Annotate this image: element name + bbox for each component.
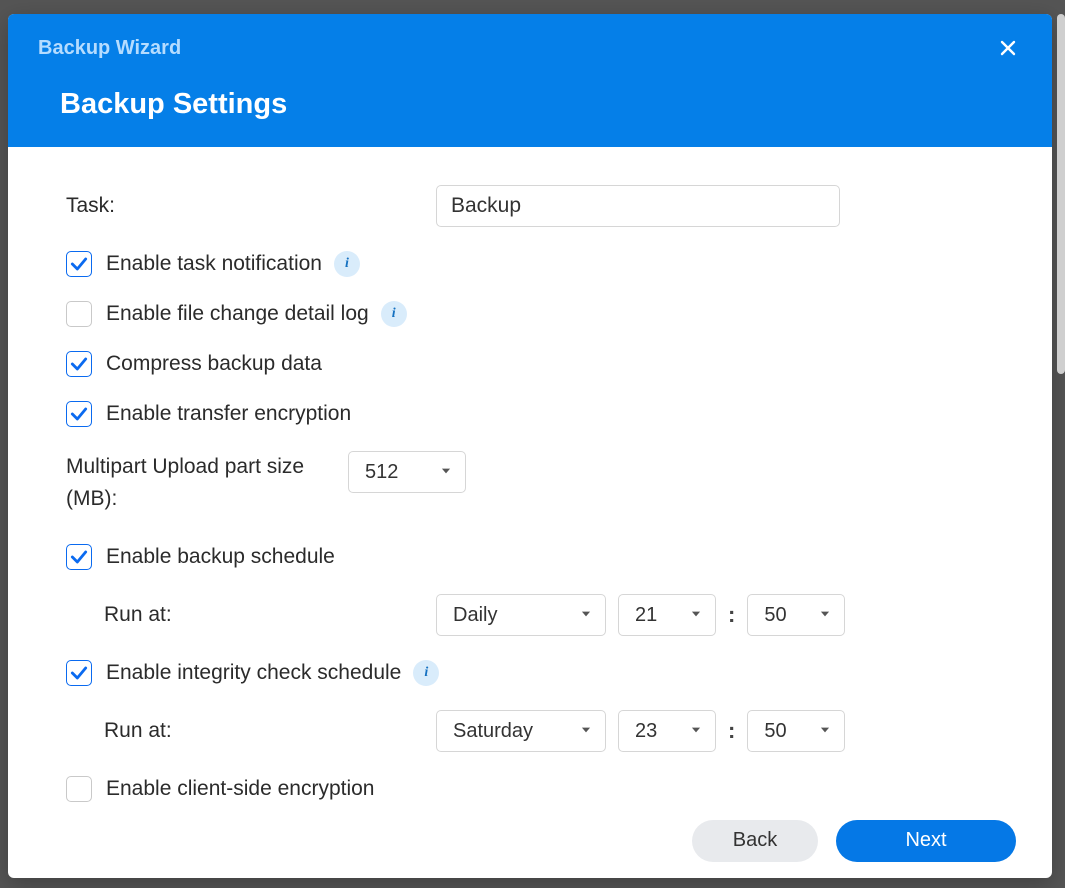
enable-integrity-schedule-checkbox[interactable] xyxy=(66,660,92,686)
backup-hour-select[interactable]: 21 xyxy=(618,594,716,636)
back-button[interactable]: Back xyxy=(692,820,818,862)
chevron-down-icon xyxy=(818,604,832,627)
enable-integrity-schedule-label: Enable integrity check schedule xyxy=(106,661,401,685)
chevron-down-icon xyxy=(689,604,703,627)
enable-file-change-log-checkbox[interactable] xyxy=(66,301,92,327)
integrity-hour-value: 23 xyxy=(635,720,657,743)
client-side-encryption-checkbox[interactable] xyxy=(66,776,92,802)
task-name-input[interactable] xyxy=(436,185,840,227)
transfer-encryption-label: Enable transfer encryption xyxy=(106,402,351,426)
enable-backup-schedule-label: Enable backup schedule xyxy=(106,545,335,569)
close-icon xyxy=(999,39,1017,57)
integrity-frequency-value: Saturday xyxy=(453,720,533,743)
next-button[interactable]: Next xyxy=(836,820,1016,862)
client-side-encryption-label: Enable client-side encryption xyxy=(106,777,375,801)
enable-notification-checkbox[interactable] xyxy=(66,251,92,277)
backup-run-at-label: Run at: xyxy=(104,603,436,627)
backup-wizard-dialog: Backup Wizard Backup Settings Task: Enab… xyxy=(8,14,1052,878)
wizard-title: Backup Wizard xyxy=(38,37,181,60)
dialog-header: Backup Wizard Backup Settings xyxy=(8,14,1052,147)
enable-backup-schedule-checkbox[interactable] xyxy=(66,544,92,570)
time-separator: : xyxy=(728,602,735,628)
dialog-body: Task: Enable task notification i Enable … xyxy=(8,147,1052,803)
multipart-size-select[interactable]: 512 xyxy=(348,451,466,493)
close-button[interactable] xyxy=(994,34,1022,62)
integrity-run-at-label: Run at: xyxy=(104,719,436,743)
integrity-hour-select[interactable]: 23 xyxy=(618,710,716,752)
compress-backup-checkbox[interactable] xyxy=(66,351,92,377)
dialog-footer: Back Next xyxy=(8,803,1052,878)
backup-minute-value: 50 xyxy=(764,604,786,627)
info-icon[interactable]: i xyxy=(381,301,407,327)
scrollbar[interactable] xyxy=(1057,14,1065,374)
enable-file-change-log-label: Enable file change detail log xyxy=(106,302,369,326)
chevron-down-icon xyxy=(689,720,703,743)
integrity-minute-select[interactable]: 50 xyxy=(747,710,845,752)
page-title: Backup Settings xyxy=(60,88,1022,121)
chevron-down-icon xyxy=(579,604,593,627)
time-separator: : xyxy=(728,718,735,744)
chevron-down-icon xyxy=(579,720,593,743)
backup-minute-select[interactable]: 50 xyxy=(747,594,845,636)
backup-frequency-select[interactable]: Daily xyxy=(436,594,606,636)
multipart-size-value: 512 xyxy=(365,461,398,484)
integrity-minute-value: 50 xyxy=(764,720,786,743)
task-label: Task: xyxy=(66,194,436,218)
info-icon[interactable]: i xyxy=(413,660,439,686)
backup-frequency-value: Daily xyxy=(453,604,497,627)
enable-notification-label: Enable task notification xyxy=(106,252,322,276)
multipart-size-label: Multipart Upload part size (MB): xyxy=(66,451,348,514)
chevron-down-icon xyxy=(818,720,832,743)
compress-backup-label: Compress backup data xyxy=(106,352,322,376)
transfer-encryption-checkbox[interactable] xyxy=(66,401,92,427)
integrity-frequency-select[interactable]: Saturday xyxy=(436,710,606,752)
backup-hour-value: 21 xyxy=(635,604,657,627)
chevron-down-icon xyxy=(439,461,453,484)
info-icon[interactable]: i xyxy=(334,251,360,277)
